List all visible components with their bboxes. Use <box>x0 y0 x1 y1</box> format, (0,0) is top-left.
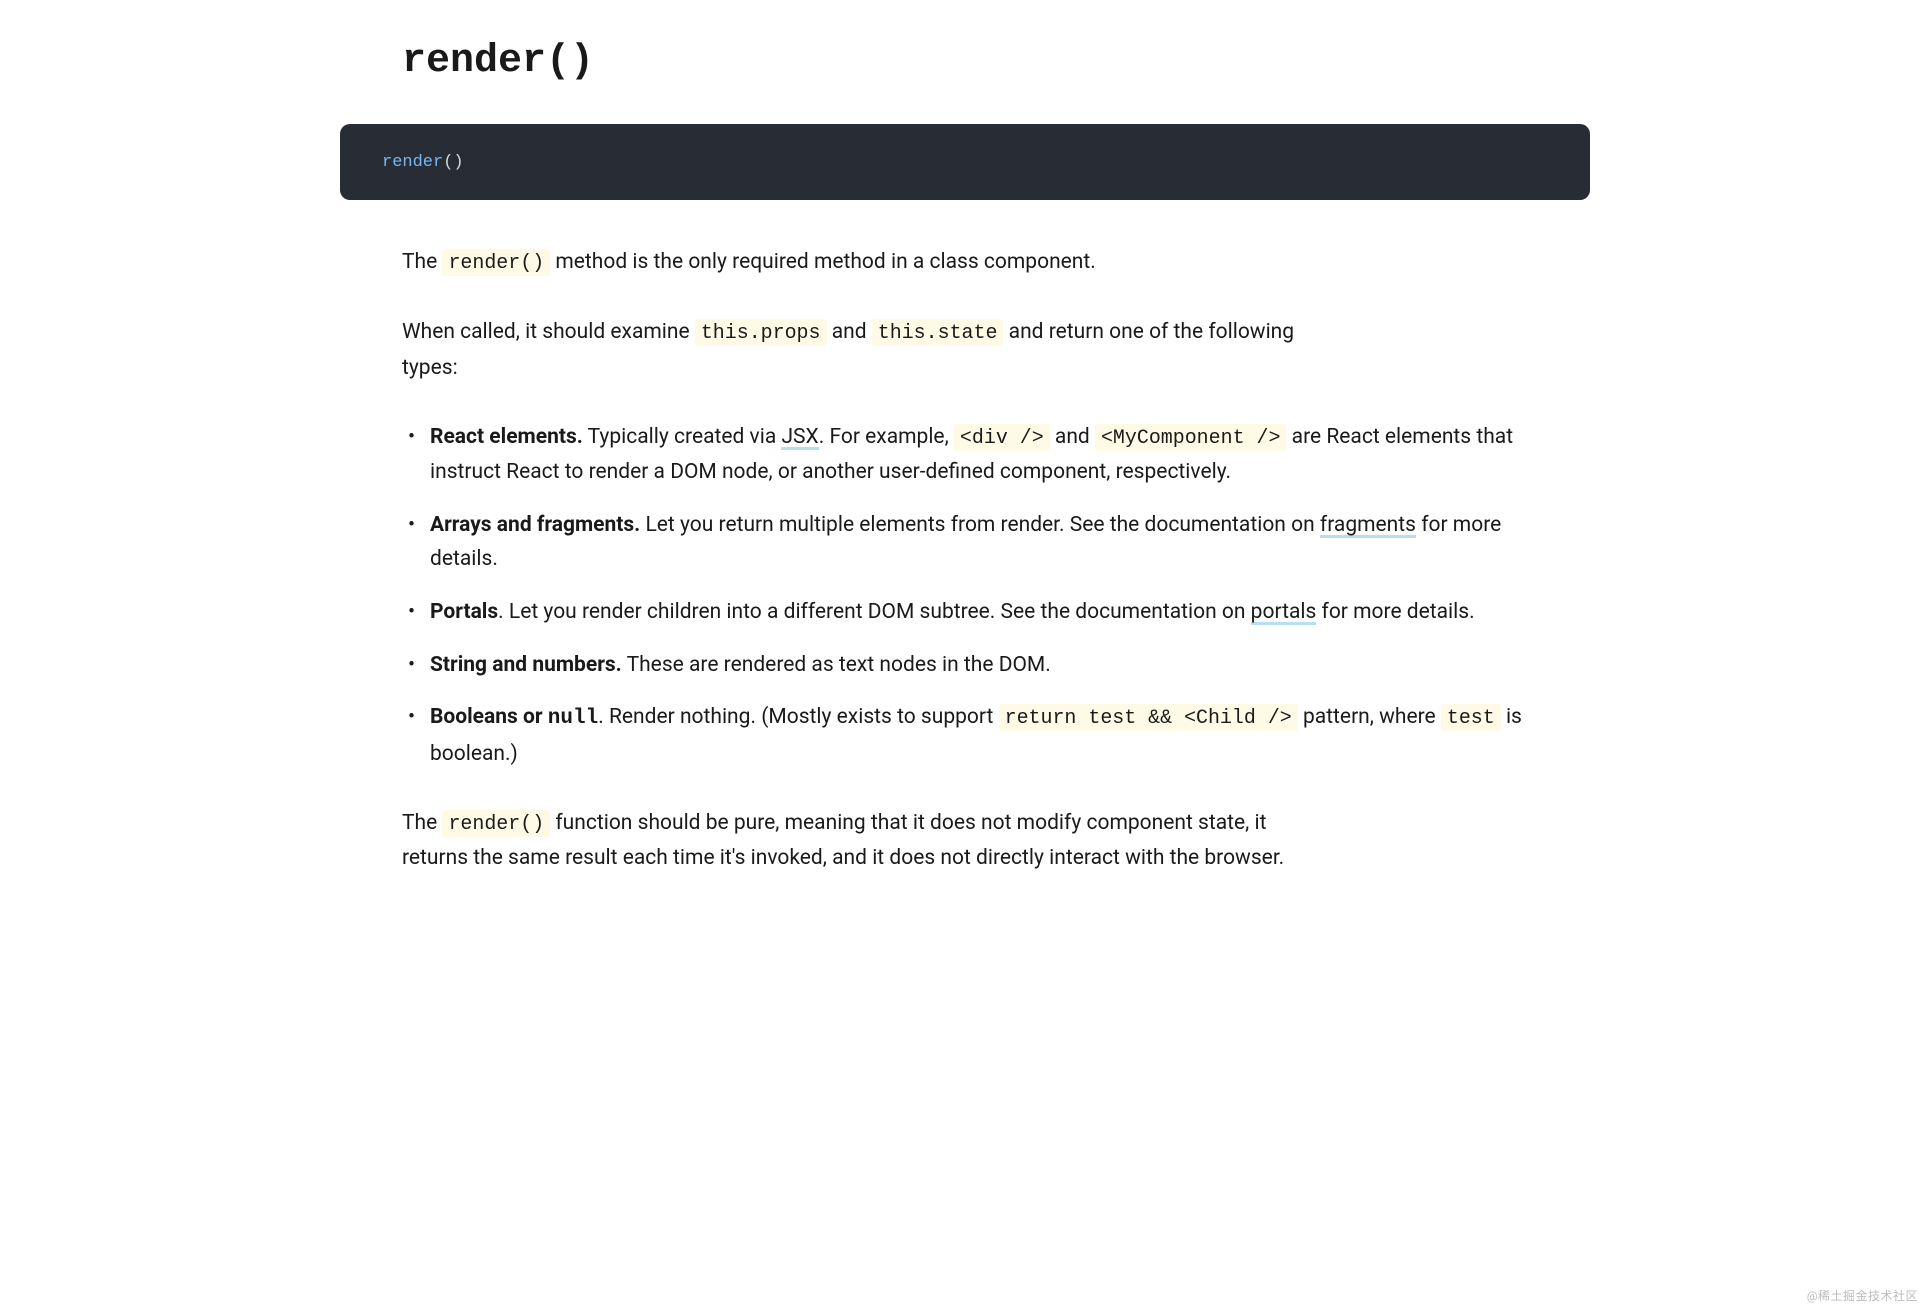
intro-code: render() <box>442 249 550 276</box>
pure-a: The <box>402 811 442 835</box>
intro-pre: The <box>402 250 442 274</box>
body-section: The render() method is the only required… <box>340 245 1590 877</box>
bo-code-test: test <box>1441 704 1501 731</box>
list-item-portals: Portals. Let you render children into a … <box>430 595 1542 630</box>
code-block-content: render() <box>382 153 464 172</box>
intro-paragraph: The render() method is the only required… <box>402 245 1542 281</box>
wc-code-props: this.props <box>695 319 827 346</box>
pure-code: render() <box>442 810 550 837</box>
po-t2: for more details. <box>1316 600 1474 624</box>
li-title-react-elements: React elements. <box>430 425 583 449</box>
po-t1: . Let you render children into a differe… <box>498 600 1251 624</box>
li-title-arrays: Arrays and fragments. <box>430 513 640 537</box>
li-title-strings: String and numbers. <box>430 653 622 677</box>
return-types-list: React elements. Typically created via JS… <box>402 420 1542 771</box>
link-jsx[interactable]: JSX <box>781 425 818 450</box>
re-t3: and <box>1050 425 1095 449</box>
when-called-paragraph: When called, it should examine this.prop… <box>402 315 1302 386</box>
code-parens: () <box>443 153 463 172</box>
pure-paragraph: The render() function should be pure, me… <box>402 806 1302 877</box>
page-title: render() <box>402 30 1590 94</box>
wc-a: When called, it should examine <box>402 320 695 344</box>
li-title-portals: Portals <box>430 600 498 624</box>
re-t1: Typically created via <box>583 425 782 449</box>
bo-t1: . Render nothing. (Mostly exists to supp… <box>598 705 998 729</box>
code-fn-name: render <box>382 153 443 172</box>
list-item-arrays: Arrays and fragments. Let you return mul… <box>430 508 1542 577</box>
li-title-booleans-code: null <box>548 707 598 730</box>
re-t2: . For example, <box>819 425 954 449</box>
bo-code-return: return test && <Child /> <box>999 704 1298 731</box>
li-title-booleans-a: Booleans or <box>430 705 548 729</box>
code-block: render() <box>340 124 1590 200</box>
wc-b: and <box>827 320 872 344</box>
bo-t2: pattern, where <box>1298 705 1441 729</box>
re-code-div: <div /> <box>954 424 1050 451</box>
link-portals[interactable]: portals <box>1251 600 1317 625</box>
doc-container: render() render() The render() method is… <box>340 0 1590 951</box>
list-item-booleans: Booleans or null. Render nothing. (Mostl… <box>430 700 1542 771</box>
re-code-mycomp: <MyComponent /> <box>1095 424 1286 451</box>
intro-post: method is the only required method in a … <box>550 250 1096 274</box>
list-item-strings: String and numbers. These are rendered a… <box>430 648 1542 683</box>
link-fragments[interactable]: fragments <box>1320 513 1416 538</box>
list-item-react-elements: React elements. Typically created via JS… <box>430 420 1542 490</box>
st-t1: These are rendered as text nodes in the … <box>622 653 1051 677</box>
wc-code-state: this.state <box>872 319 1004 346</box>
watermark: @稀土掘金技术社区 <box>1807 1287 1918 1306</box>
ar-t1: Let you return multiple elements from re… <box>640 513 1320 537</box>
